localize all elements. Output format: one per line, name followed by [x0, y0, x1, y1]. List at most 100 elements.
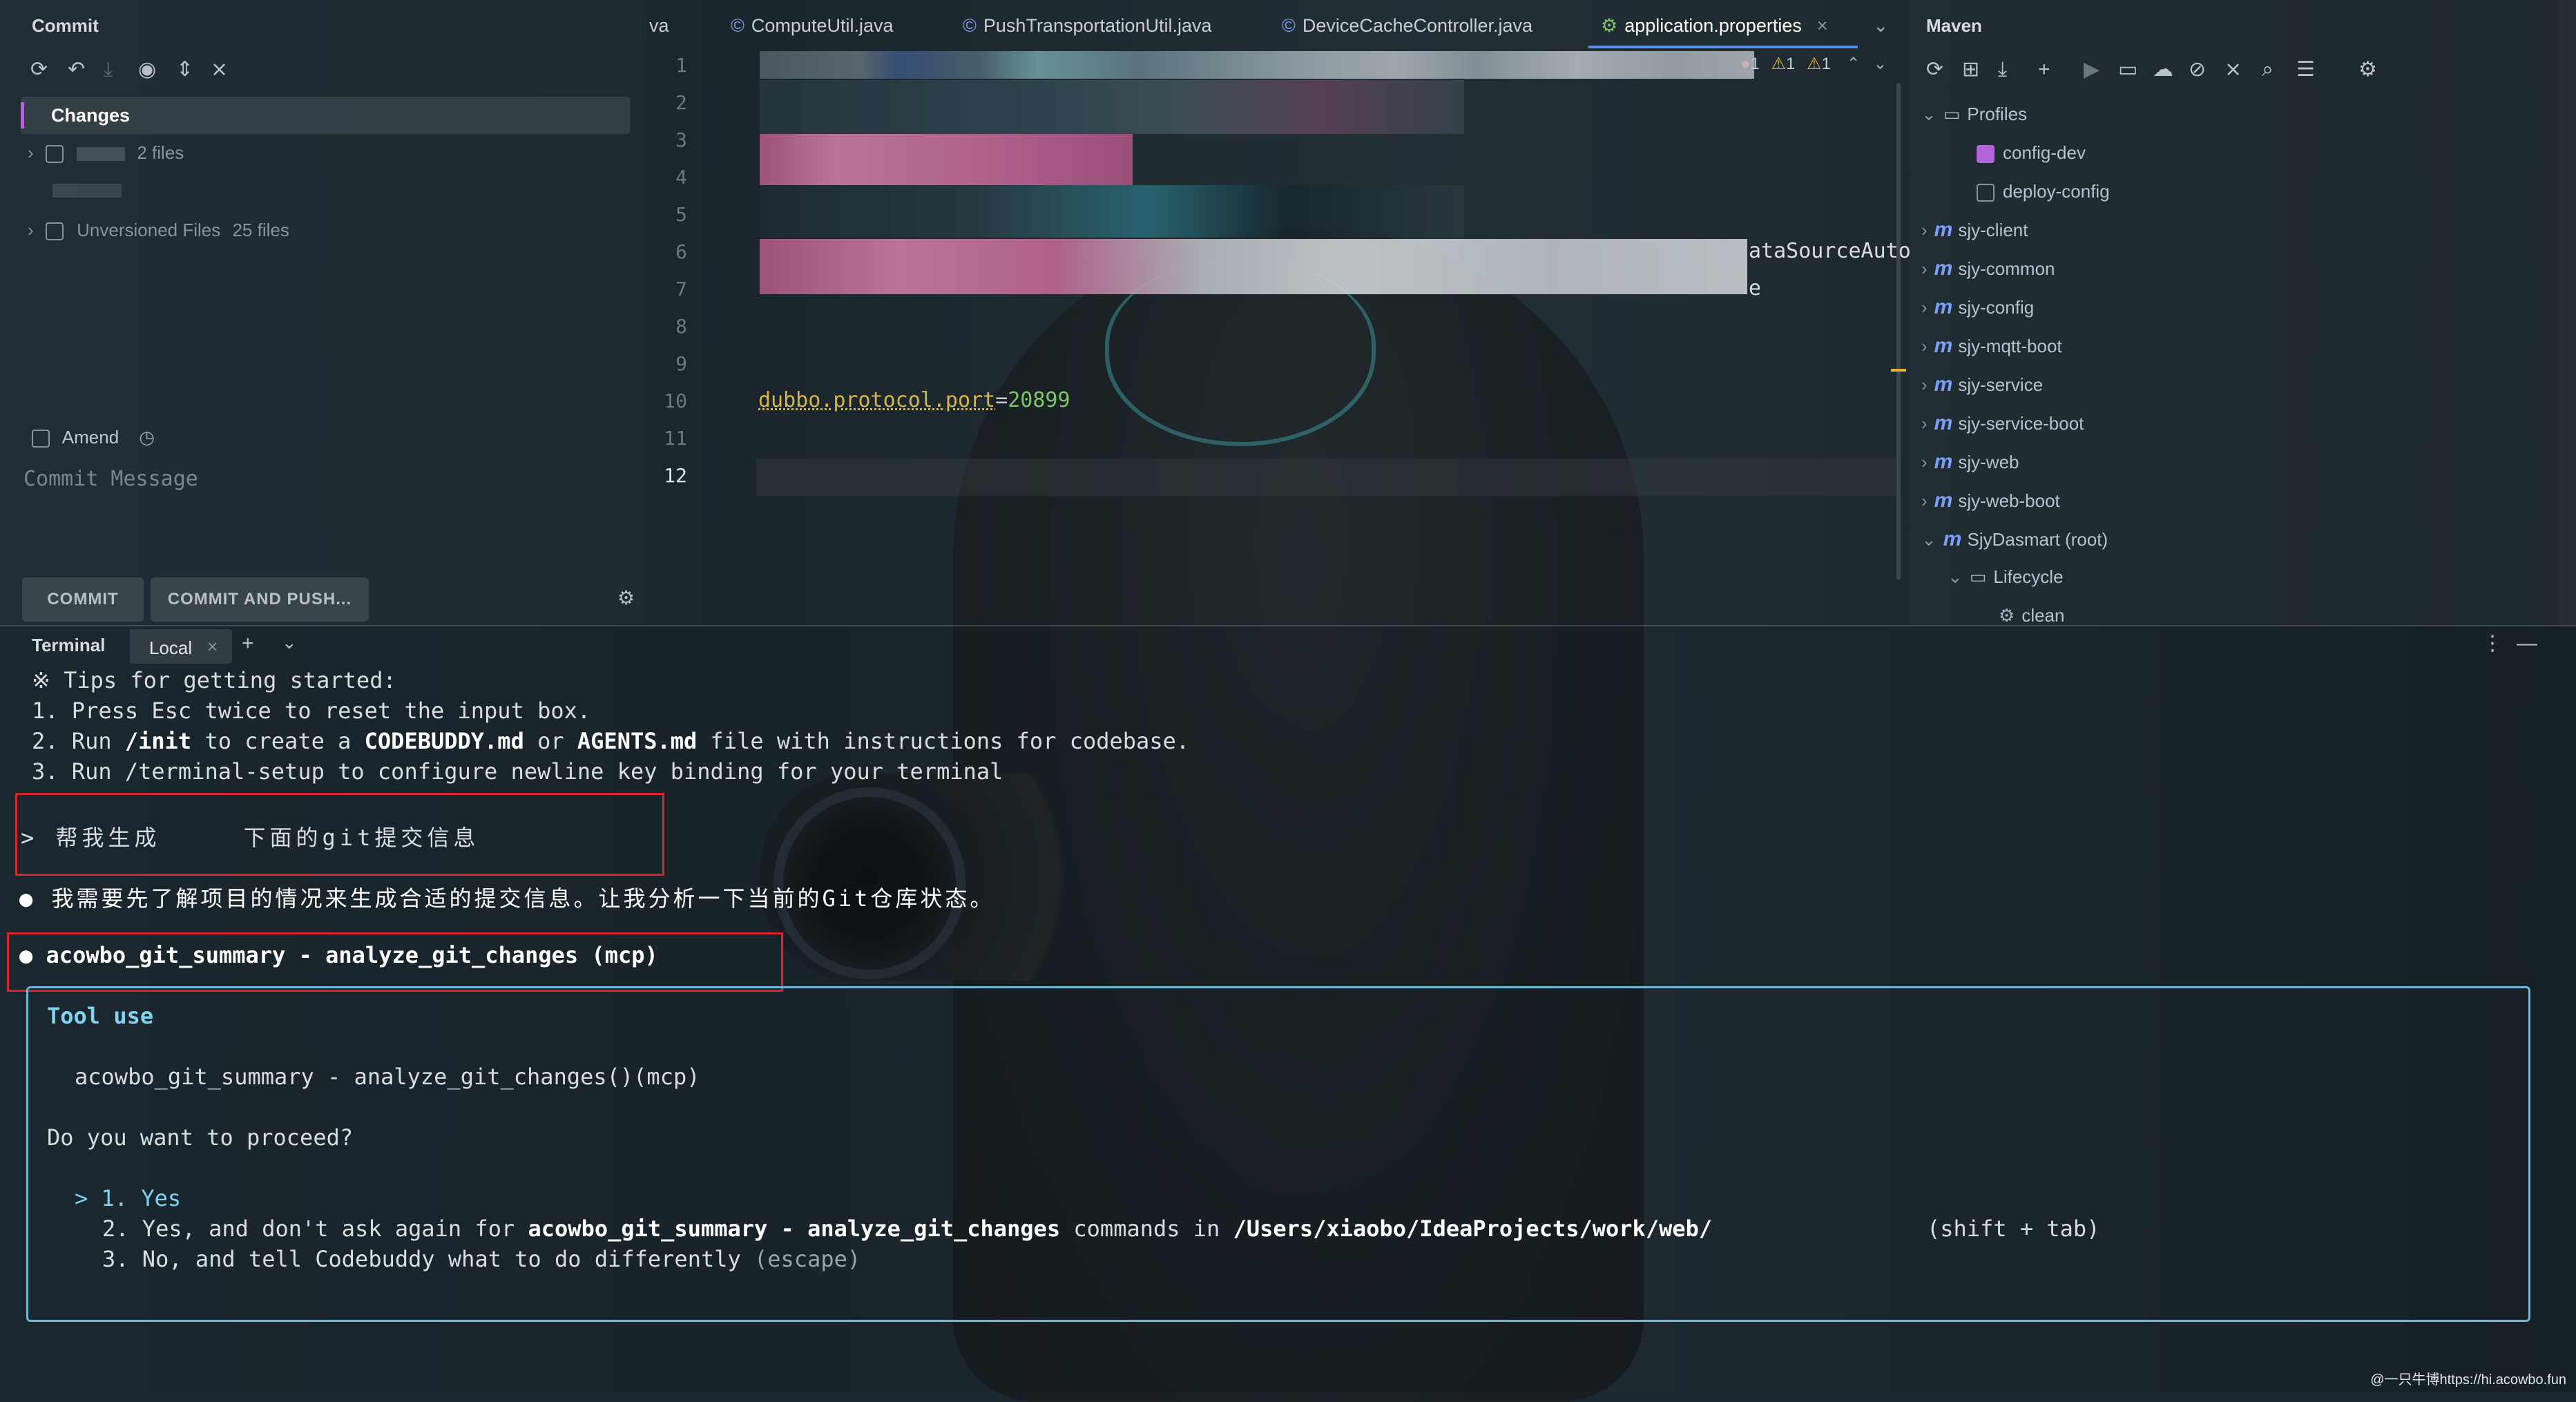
refresh-icon[interactable]: ⟳	[30, 59, 48, 80]
maven-module-icon: m	[1943, 528, 1962, 550]
current-line-highlight	[756, 459, 1896, 496]
collapse-all-icon[interactable]: ⨯	[211, 59, 228, 80]
unversioned-checkbox[interactable]	[45, 222, 64, 241]
code-line-10[interactable]: dubbo.protocol.port=20899	[758, 388, 1070, 412]
line-number: 7	[675, 278, 687, 300]
history-icon[interactable]: ◷	[139, 427, 155, 448]
unversioned-row[interactable]: › Unversioned Files 25 files	[28, 220, 289, 241]
prev-highlight-icon[interactable]: ⌃	[1847, 55, 1861, 73]
line-number: 10	[664, 390, 687, 412]
option-yes-dont-ask[interactable]: 2. Yes, and don't ask again for acowbo_g…	[102, 1216, 1712, 1242]
option-no[interactable]: 3. No, and tell Codebuddy what to do dif…	[102, 1246, 861, 1272]
tree-label: sjy-service	[1958, 374, 2044, 395]
maven-module-icon: m	[1934, 334, 1953, 357]
maven-module-node[interactable]: › m sjy-service-boot	[1921, 412, 2084, 435]
skip-tests-icon[interactable]: ⊘	[2189, 59, 2206, 80]
maven-module-node[interactable]: › m sjy-web-boot	[1921, 489, 2060, 512]
view-options-icon[interactable]: ◉	[138, 59, 156, 80]
commit-settings-gear-icon[interactable]: ⚙	[617, 588, 635, 608]
unversioned-count: 25 files	[232, 220, 289, 240]
chevron-down-icon: ⌄	[1921, 529, 1936, 550]
analyze-dependencies-icon[interactable]: ⌕	[2262, 59, 2274, 80]
profile-checkbox[interactable]	[1977, 184, 1995, 202]
warning-stripe-marker[interactable]	[1891, 369, 1906, 372]
reload-icon[interactable]: ⟳	[1926, 59, 1943, 80]
offline-icon[interactable]: ☁	[2153, 59, 2173, 80]
commit-and-push-button[interactable]: COMMIT AND PUSH...	[151, 577, 369, 622]
terminal-divider	[0, 625, 2576, 626]
line-number: 9	[675, 352, 687, 375]
warning-count: 1	[1786, 55, 1796, 73]
property-value: 20899	[1008, 388, 1070, 412]
tab-local[interactable]: Local ×	[130, 629, 232, 664]
folder-gear-icon: ▭	[1969, 566, 1987, 587]
tree-label: SjyDasmart (root)	[1967, 529, 2108, 550]
terminal-dropdown-chevron-icon[interactable]: ⌄	[282, 633, 297, 651]
maven-goal-clean[interactable]: ⚙ clean	[1999, 605, 2064, 626]
commit-message-input[interactable]: Commit Message	[23, 467, 198, 491]
line-number: 1	[675, 54, 687, 77]
close-tab-icon[interactable]: ×	[207, 636, 218, 657]
tab-truncated-java[interactable]: va	[649, 15, 669, 37]
tree-label: deploy-config	[2003, 181, 2110, 202]
commit-button[interactable]: COMMIT	[22, 577, 144, 622]
minimize-panel-icon[interactable]: —	[2517, 633, 2537, 654]
property-eq: =	[995, 388, 1008, 412]
maven-module-node[interactable]: › m sjy-common	[1921, 257, 2055, 280]
changes-row[interactable]: Changes	[21, 97, 630, 134]
tabs-overflow-chevron-icon[interactable]: ⌄	[1873, 15, 1889, 37]
tab-push-transportation-util[interactable]: © PushTransportationUtil.java	[963, 15, 1212, 37]
maven-module-node[interactable]: › m sjy-web	[1921, 450, 2019, 474]
maven-lifecycle-node[interactable]: ⌄ ▭ Lifecycle	[1948, 566, 2064, 588]
run-icon[interactable]: ▶	[2084, 59, 2099, 80]
maven-module-node[interactable]: › m sjy-service	[1921, 373, 2043, 396]
chevron-right-icon: ›	[28, 142, 34, 163]
close-tab-icon[interactable]: ×	[1817, 15, 1828, 36]
pixelated-code-line	[760, 134, 1133, 185]
plus-icon[interactable]: +	[2038, 59, 2050, 80]
show-diagram-icon[interactable]: ☰	[2296, 59, 2315, 80]
changelist-row[interactable]: › 2 files	[28, 142, 184, 164]
collapse-icon[interactable]: ⨯	[2224, 59, 2242, 80]
add-folder-icon[interactable]: ⊞	[1962, 59, 1979, 80]
maven-profile-config-dev[interactable]: config-dev	[1977, 142, 2086, 164]
rollback-icon[interactable]: ↶	[68, 59, 85, 80]
terminal-more-options-icon[interactable]: ⋮	[2482, 633, 2503, 654]
changes-count: 2 files	[137, 142, 184, 163]
profile-checkbox-checked[interactable]	[1977, 145, 1995, 164]
line-number: 11	[664, 427, 687, 450]
new-terminal-plus-icon[interactable]: +	[242, 633, 254, 654]
maven-profile-deploy-config[interactable]: deploy-config	[1977, 181, 2110, 202]
amend-row[interactable]: Amend ◷	[32, 427, 155, 448]
tab-device-cache-controller[interactable]: © DeviceCacheController.java	[1282, 15, 1532, 37]
maven-profiles-node[interactable]: ⌄ ▭ Profiles	[1921, 104, 2027, 125]
download-icon[interactable]: ⤓	[1998, 59, 2007, 80]
shelve-icon[interactable]: ⤓	[104, 59, 113, 80]
warning-icon: ⚠	[1771, 55, 1787, 73]
amend-checkbox[interactable]	[32, 430, 50, 448]
pixelated-code-line	[760, 80, 1464, 134]
changes-label: Changes	[51, 105, 131, 126]
editor-scrollbar[interactable]	[1896, 83, 1901, 580]
tab-compute-util[interactable]: © ComputeUtil.java	[731, 15, 894, 37]
tree-label: sjy-web	[1958, 452, 2019, 472]
maven-settings-gear-icon[interactable]: ⚙	[2358, 59, 2377, 80]
tab-application-properties[interactable]: ⚙ application.properties ×	[1601, 15, 1828, 37]
changes-marker	[21, 102, 24, 128]
maven-module-node[interactable]: › m sjy-config	[1921, 296, 2034, 319]
commit-panel-title: Commit	[32, 15, 99, 36]
code-fragment: e	[1749, 276, 1762, 300]
maven-module-node[interactable]: › m sjy-client	[1921, 218, 2028, 242]
next-highlight-icon[interactable]: ⌄	[1873, 55, 1887, 73]
changelist-checkbox[interactable]	[45, 145, 64, 164]
watermark: @一只牛博https://hi.acowbo.fun	[2370, 1372, 2566, 1387]
line-number: 5	[675, 203, 687, 226]
maven-module-node[interactable]: › m sjy-mqtt-boot	[1921, 334, 2062, 358]
option-yes[interactable]: > 1. Yes	[75, 1185, 181, 1211]
execute-goal-icon[interactable]: ▭	[2118, 59, 2137, 80]
pixelated-code-line	[760, 239, 1747, 294]
terminal-tip-2: 2. Run /init to create a CODEBUDDY.md or…	[32, 728, 1190, 754]
maven-root-node[interactable]: ⌄ m SjyDasmart (root)	[1921, 528, 2108, 551]
inspection-widget[interactable]: ●1 ⚠1 ⚠1 ⌃ ⌄	[1740, 54, 1887, 74]
expand-all-icon[interactable]: ⇕	[176, 59, 193, 80]
